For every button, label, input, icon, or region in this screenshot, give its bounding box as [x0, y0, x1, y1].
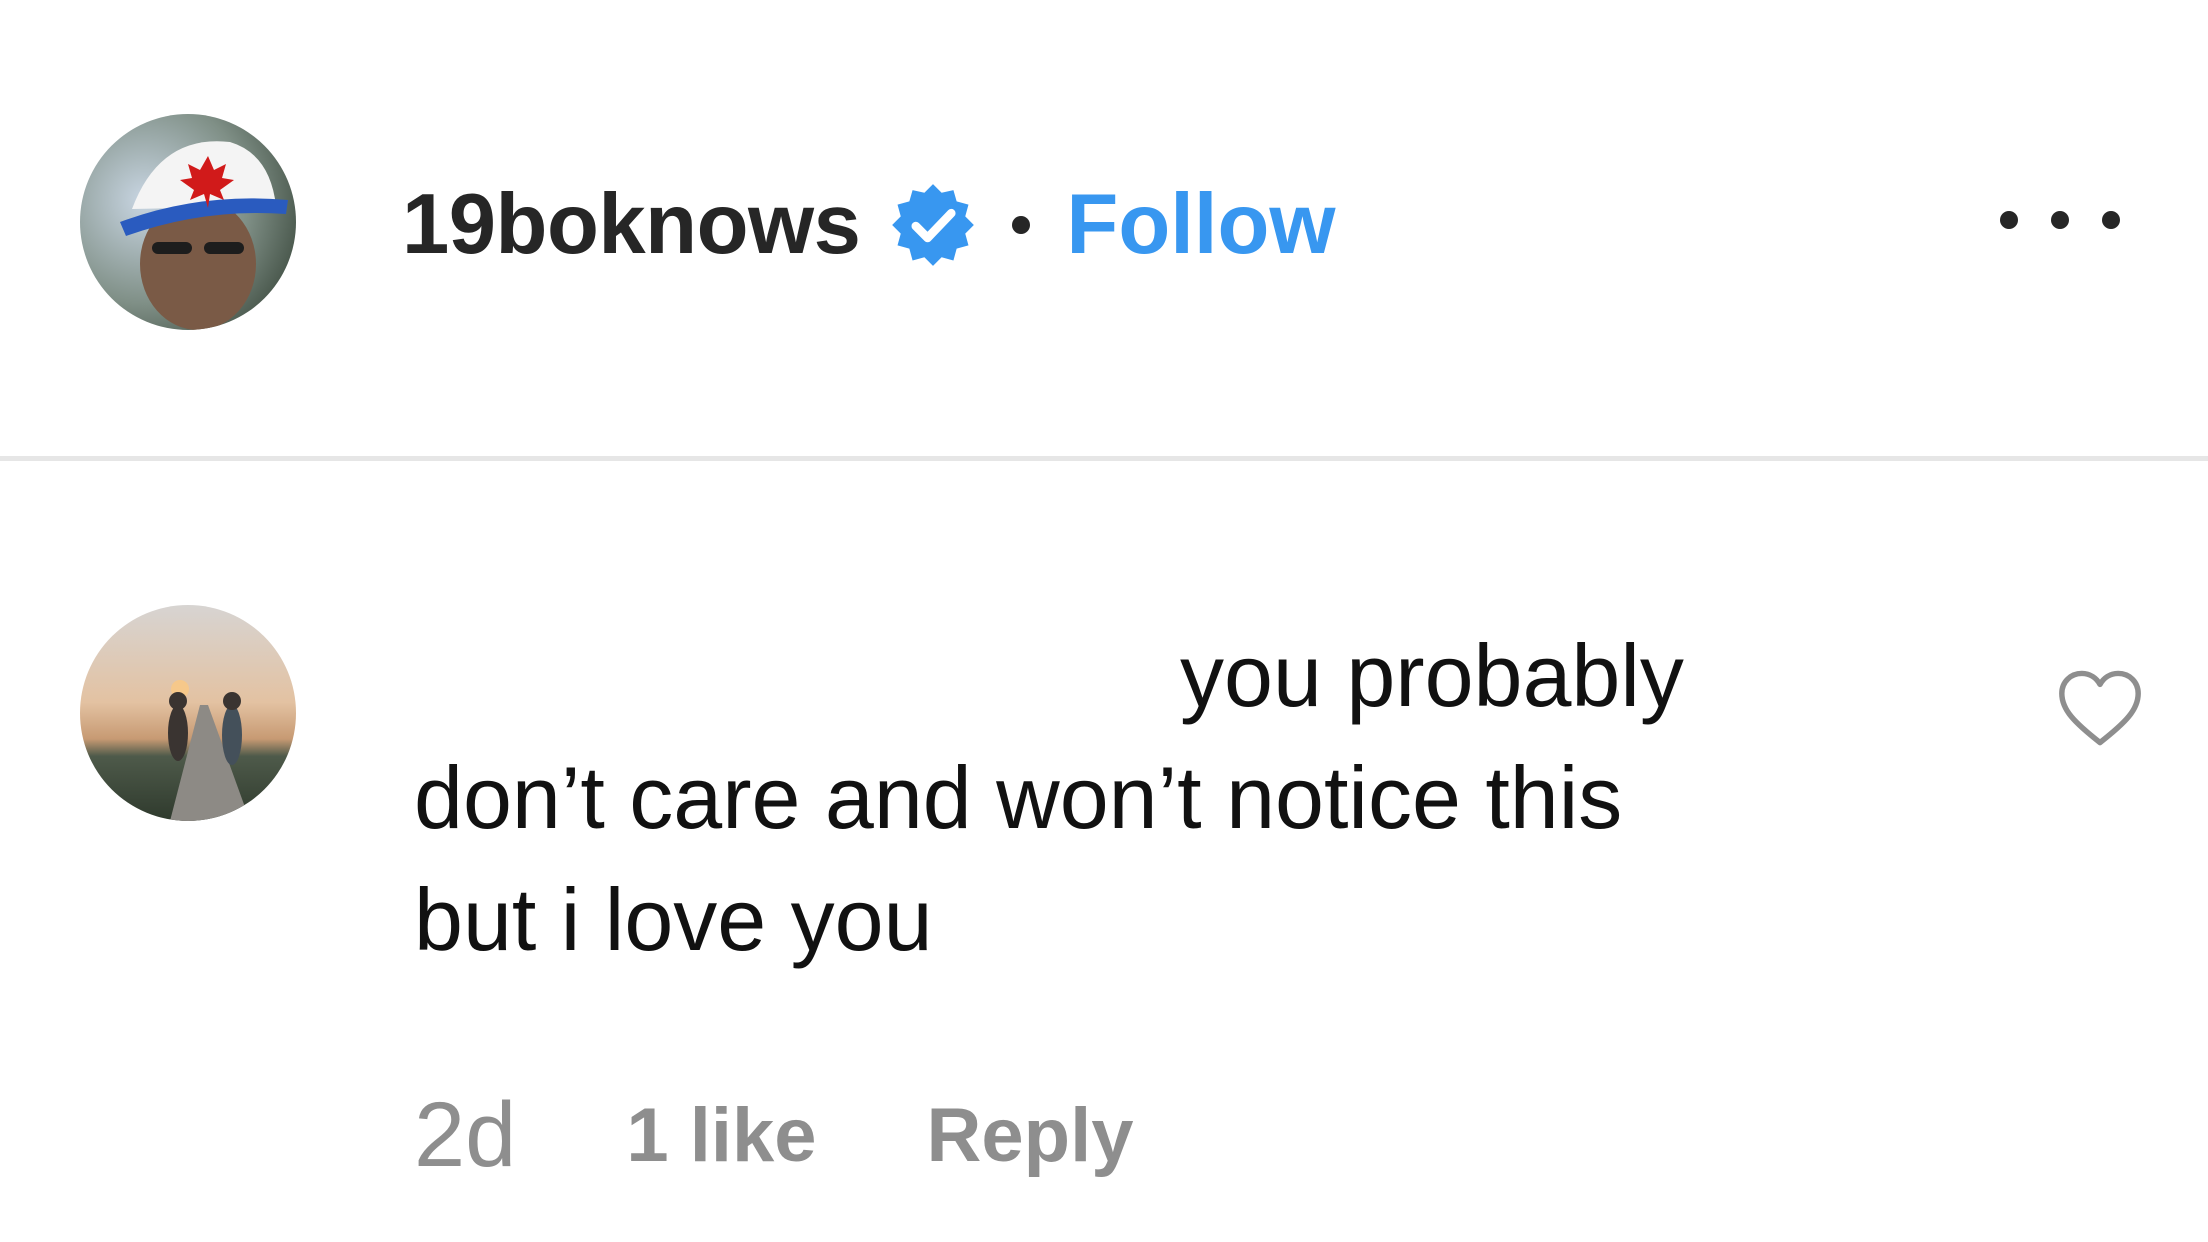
comment-meta: 2d 1 like Reply: [414, 1083, 1134, 1186]
author-username[interactable]: 19boknows: [402, 176, 861, 274]
reply-button[interactable]: Reply: [927, 1092, 1134, 1179]
more-dot: [2051, 211, 2069, 229]
verified-badge-icon: [890, 182, 976, 268]
author-avatar[interactable]: [80, 114, 296, 330]
header-divider: [0, 456, 2208, 461]
heart-outline-icon[interactable]: [2056, 668, 2144, 748]
comment-line: but i love you: [414, 870, 933, 969]
more-options-icon[interactable]: [2000, 190, 2120, 250]
follow-button[interactable]: Follow: [1066, 176, 1335, 274]
instagram-comment-screen: 19boknows Follow you probably don’t care…: [0, 0, 2208, 1242]
comment-text: you probably don’t care and won’t notice…: [414, 615, 1814, 981]
more-dot: [2102, 211, 2120, 229]
separator-dot: [1012, 216, 1031, 234]
commenter-avatar[interactable]: [80, 605, 296, 821]
commenter-avatar-image: [80, 605, 296, 821]
more-dot: [2000, 211, 2018, 229]
comment-line: don’t care and won’t notice this: [414, 748, 1623, 847]
post-header: 19boknows Follow: [0, 0, 2208, 460]
author-avatar-image: [80, 114, 296, 330]
comment-timestamp: 2d: [414, 1083, 517, 1186]
author-line: 19boknows Follow: [402, 165, 1336, 285]
comment-likes-count[interactable]: 1 like: [626, 1092, 816, 1179]
comment-line: you probably: [1180, 626, 1684, 725]
